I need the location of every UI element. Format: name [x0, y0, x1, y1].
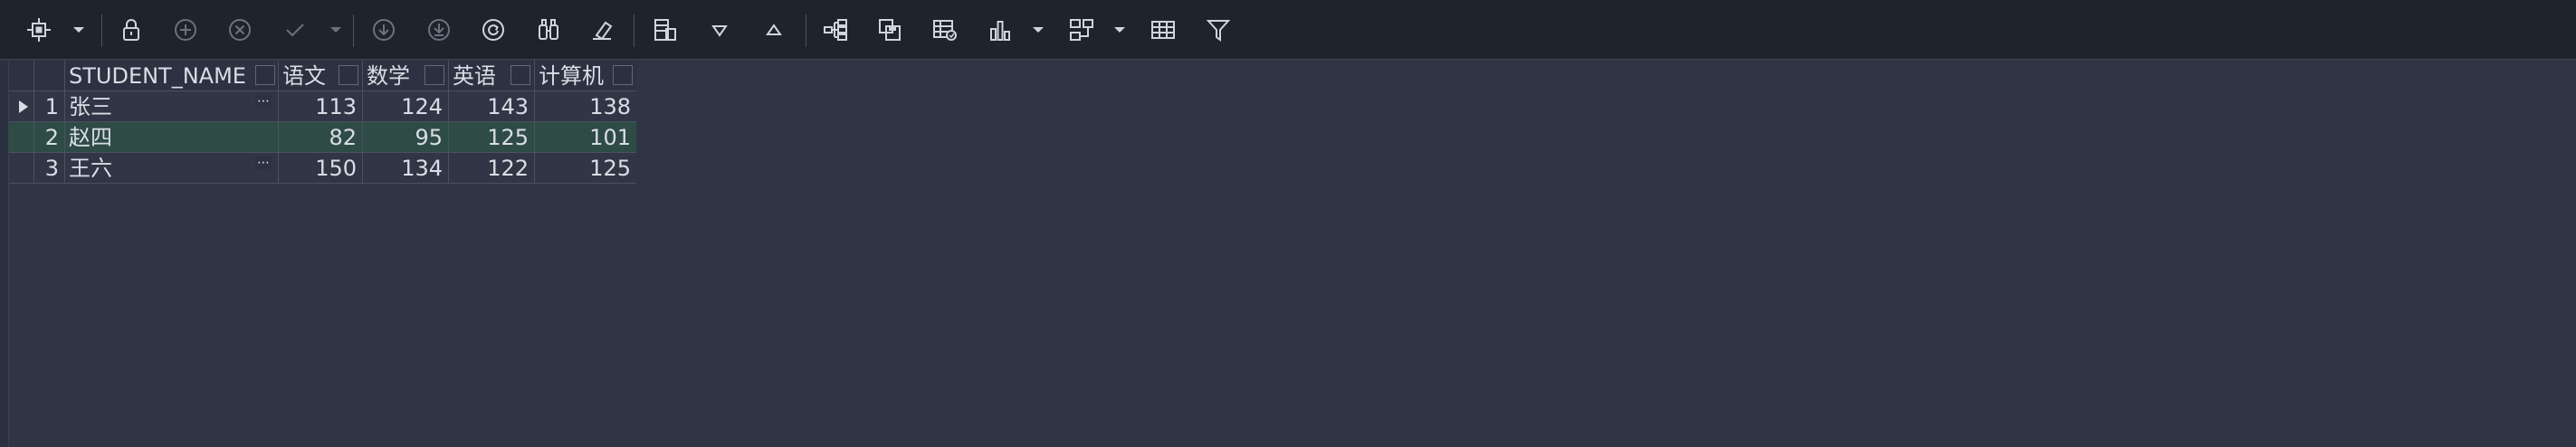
column-header-label: 数学 [367, 63, 410, 89]
delete-row-icon[interactable] [221, 11, 259, 49]
column-header-yuwen[interactable]: 语文 [279, 61, 363, 91]
cell-yingyu[interactable]: 143 [449, 91, 535, 122]
pivot-icon[interactable] [1063, 11, 1101, 49]
find-icon[interactable] [530, 11, 568, 49]
sort-descending-icon[interactable] [755, 11, 793, 49]
grid-header-row: STUDENT_NAME 语文 数学 英语 计算机 [9, 61, 636, 91]
column-filter-button[interactable] [339, 65, 358, 85]
cell-jisuanji[interactable]: 101 [535, 122, 636, 153]
column-filter-button[interactable] [255, 65, 275, 85]
column-header-label: 英语 [453, 63, 496, 89]
row-number-header [34, 61, 65, 91]
table-row[interactable]: 2 赵四 82 95 125 101 [9, 122, 636, 153]
grid-toolbar [0, 0, 2576, 60]
current-row-arrow-icon [19, 100, 28, 113]
grid-settings-dropdown-caret-icon[interactable] [71, 11, 87, 49]
column-filter-button[interactable] [613, 65, 633, 85]
export-grid-icon[interactable] [926, 11, 964, 49]
table-row[interactable]: 3 王六 ⋯ 150 134 122 125 [9, 153, 636, 184]
cell-editor-ellipsis-button[interactable]: ⋯ [255, 95, 272, 108]
row-indicator-header [9, 61, 34, 91]
column-header-label: STUDENT_NAME [69, 63, 246, 89]
cell-yuwen[interactable]: 150 [279, 153, 363, 184]
row-number: 3 [34, 153, 65, 184]
toolbar-divider [101, 14, 102, 47]
cell-student-name[interactable]: 赵四 [65, 122, 279, 153]
sort-ascending-icon[interactable] [701, 11, 739, 49]
column-filter-button[interactable] [425, 65, 444, 85]
row-indicator [9, 122, 34, 153]
cell-student-name[interactable]: 王六 ⋯ [65, 153, 279, 184]
cell-editor-ellipsis-button[interactable]: ⋯ [255, 157, 272, 169]
cell-yingyu[interactable]: 122 [449, 153, 535, 184]
column-header-label: 计算机 [539, 63, 604, 89]
cell-yingyu[interactable]: 125 [449, 122, 535, 153]
fetch-next-icon[interactable] [365, 11, 403, 49]
result-grid-window: STUDENT_NAME 语文 数学 英语 计算机 1 张三 ⋯ 113 124… [0, 0, 2576, 447]
cell-shuxue[interactable]: 124 [363, 91, 449, 122]
refresh-icon[interactable] [474, 11, 512, 49]
column-header-yingyu[interactable]: 英语 [449, 61, 535, 91]
clear-icon[interactable] [583, 11, 621, 49]
column-filter-button[interactable] [510, 65, 530, 85]
result-grid[interactable]: STUDENT_NAME 语文 数学 英语 计算机 1 张三 ⋯ 113 124… [9, 61, 636, 184]
cell-jisuanji[interactable]: 125 [535, 153, 636, 184]
pivot-dropdown-caret-icon[interactable] [1111, 11, 1128, 49]
save-to-file-icon[interactable] [871, 11, 909, 49]
cell-yuwen[interactable]: 82 [279, 122, 363, 153]
row-indicator [9, 153, 34, 184]
cell-student-name[interactable]: 张三 ⋯ [65, 91, 279, 122]
row-number: 2 [34, 122, 65, 153]
cell-value: 张三 [69, 94, 112, 119]
cell-shuxue[interactable]: 134 [363, 153, 449, 184]
bar-chart-icon[interactable] [981, 11, 1019, 49]
fetch-all-icon[interactable] [420, 11, 458, 49]
add-row-icon[interactable] [167, 11, 205, 49]
group-by-icon[interactable] [816, 11, 854, 49]
cell-value: 赵四 [69, 125, 112, 150]
column-header-label: 语文 [282, 63, 326, 89]
filter-icon[interactable] [1199, 11, 1237, 49]
column-header-student-name[interactable]: STUDENT_NAME [65, 61, 279, 91]
row-number: 1 [34, 91, 65, 122]
toolbar-divider [353, 14, 354, 47]
cell-value: 王六 [69, 156, 112, 181]
left-gutter [0, 61, 9, 447]
cell-shuxue[interactable]: 95 [363, 122, 449, 153]
column-header-shuxue[interactable]: 数学 [363, 61, 449, 91]
single-record-view-icon[interactable] [646, 11, 684, 49]
cell-yuwen[interactable]: 113 [279, 91, 363, 122]
table-row[interactable]: 1 张三 ⋯ 113 124 143 138 [9, 91, 636, 122]
current-row-indicator [9, 91, 34, 122]
column-header-jisuanji[interactable]: 计算机 [535, 61, 636, 91]
grid-settings-icon[interactable] [20, 11, 58, 49]
commit-icon[interactable] [276, 11, 314, 49]
chart-dropdown-caret-icon[interactable] [1030, 11, 1046, 49]
table-view-icon[interactable] [1144, 11, 1182, 49]
commit-dropdown-caret-icon[interactable] [328, 11, 344, 49]
cell-jisuanji[interactable]: 138 [535, 91, 636, 122]
lock-icon[interactable] [112, 11, 150, 49]
